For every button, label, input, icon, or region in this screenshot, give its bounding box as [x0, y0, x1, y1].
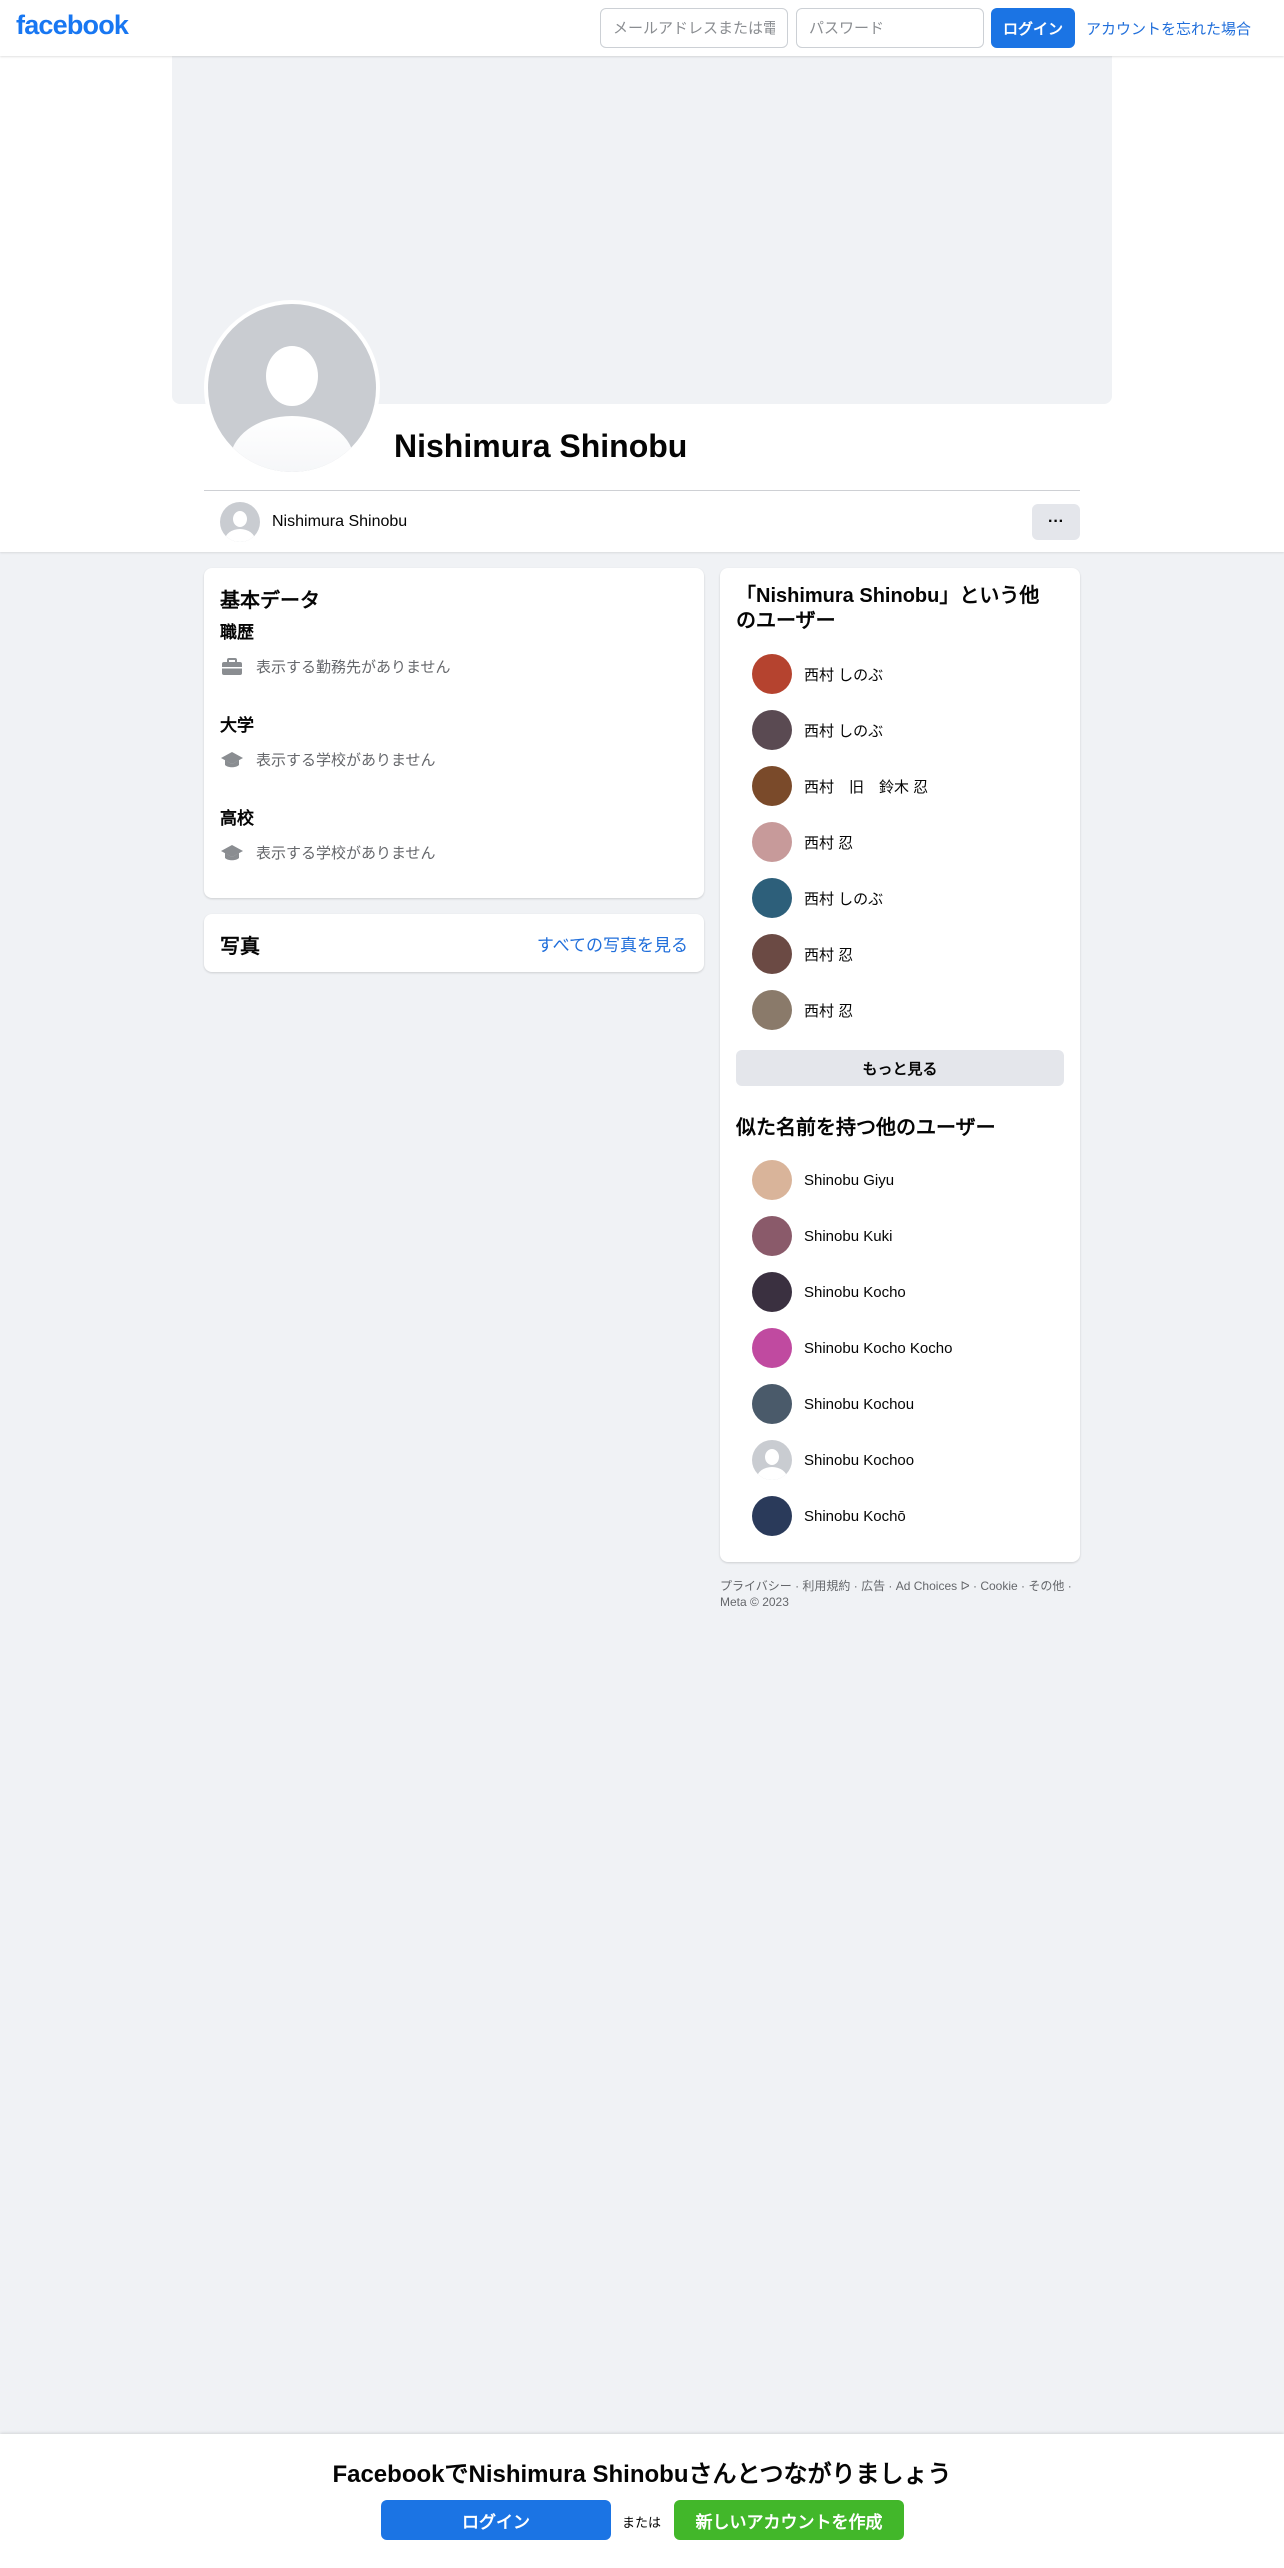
forgot-account-link[interactable]: アカウントを忘れた場合 — [1086, 18, 1251, 39]
person-avatar — [752, 1160, 792, 1200]
default-avatar-icon — [208, 304, 376, 472]
work-row: 表示する勤務先がありません — [220, 656, 451, 677]
intro-card: 基本データ 職歴 表示する勤務先がありません 大学 表示する学校がありません 高… — [204, 568, 704, 898]
footer-links[interactable]: プライバシー · 利用規約 · 広告 · Ad Choices ᐅ · Cook… — [720, 1578, 1080, 1610]
list-item[interactable]: 西村 旧 鈴木 忍 — [752, 766, 928, 806]
list-item[interactable]: 西村 しのぶ — [752, 710, 883, 750]
highschool-empty-text: 表示する学校がありません — [256, 845, 436, 862]
person-avatar — [752, 1496, 792, 1536]
banner-title: FacebookでNishimura Shinobuさんとつながりましょう — [332, 2461, 952, 2488]
person-name: Shinobu Kocho — [804, 1283, 906, 1301]
person-avatar — [752, 1328, 792, 1368]
college-section-title: 大学 — [220, 716, 254, 735]
login-prompt-banner: FacebookでNishimura Shinobuさんとつながりましょう ログ… — [0, 2434, 1284, 2568]
list-item[interactable]: Shinobu Giyu — [752, 1160, 894, 1200]
login-button[interactable]: ログイン — [991, 8, 1075, 48]
person-name: 西村 しのぶ — [804, 722, 884, 740]
person-name: 西村 しのぶ — [804, 890, 884, 908]
person-name: Shinobu Kochou — [804, 1395, 915, 1413]
person-avatar — [752, 1272, 792, 1312]
list-item[interactable]: 西村 しのぶ — [752, 878, 883, 918]
person-avatar — [752, 1216, 792, 1256]
person-name: 西村 しのぶ — [804, 666, 884, 684]
list-item[interactable]: 西村 しのぶ — [752, 654, 883, 694]
person-avatar — [752, 766, 792, 806]
list-item[interactable]: Shinobu Kochoo — [752, 1440, 914, 1480]
list-item[interactable]: Shinobu Kocho — [752, 1272, 906, 1312]
person-name: 西村 旧 鈴木 忍 — [804, 778, 929, 796]
profile-name: Nishimura Shinobu — [394, 428, 688, 464]
person-name: Shinobu Kochō — [804, 1507, 906, 1525]
college-row: 表示する学校がありません — [220, 749, 436, 770]
photos-card: 写真 すべての写真を見る — [204, 914, 704, 972]
footer-text[interactable]: プライバシー · 利用規約 · 広告 · Ad Choices ᐅ · Cook… — [720, 1579, 1072, 1609]
list-item[interactable]: 西村 忍 — [752, 934, 853, 974]
person-name: 西村 忍 — [804, 1002, 854, 1020]
person-avatar — [752, 822, 792, 862]
banner-login-button[interactable]: ログイン — [381, 2500, 611, 2540]
email-or-phone-input[interactable] — [600, 8, 788, 48]
password-input[interactable] — [796, 8, 984, 48]
person-avatar — [752, 710, 792, 750]
college-empty-text: 表示する学校がありません — [256, 752, 436, 769]
person-name: Shinobu Kocho Kocho — [804, 1339, 953, 1357]
person-avatar — [752, 878, 792, 918]
highschool-section-title: 高校 — [220, 809, 254, 828]
profile-avatar[interactable] — [204, 300, 380, 476]
person-name: 西村 忍 — [804, 946, 854, 964]
person-avatar — [752, 1384, 792, 1424]
see-more-button[interactable]: もっと見る — [736, 1050, 1064, 1086]
person-name: Shinobu Kochoo — [804, 1451, 915, 1469]
similar-name-title: 似た名前を持つ他のユーザー — [736, 1117, 996, 1139]
header-divider — [204, 490, 1080, 491]
default-avatar-icon — [752, 1440, 792, 1480]
people-card: 「Nishimura Shinobu」という他のユーザー 西村 しのぶ 西村 し… — [720, 568, 1080, 1562]
person-name: 西村 忍 — [804, 834, 854, 852]
list-item[interactable]: Shinobu Kocho Kocho — [752, 1328, 952, 1368]
intro-title: 基本データ — [220, 590, 320, 612]
mini-avatar-icon[interactable] — [220, 502, 260, 542]
same-name-title: 「Nishimura Shinobu」という他のユーザー — [736, 585, 1040, 632]
profile-tab-name[interactable]: Nishimura Shinobu — [272, 513, 407, 531]
banner-or-text: または — [622, 2515, 662, 2530]
briefcase-icon — [220, 657, 244, 677]
person-avatar — [752, 990, 792, 1030]
create-account-button[interactable]: 新しいアカウントを作成 — [674, 2500, 904, 2540]
profile-header: Nishimura Shinobu Nishimura Shinobu ··· — [0, 56, 1284, 552]
person-avatar — [752, 654, 792, 694]
person-name: Shinobu Giyu — [804, 1171, 895, 1189]
photos-title: 写真 — [220, 936, 260, 958]
see-all-photos-link[interactable]: すべての写真を見る — [537, 931, 688, 956]
facebook-logo[interactable]: facebook — [16, 10, 129, 41]
list-item[interactable]: Shinobu Kuki — [752, 1216, 892, 1256]
work-empty-text: 表示する勤務先がありません — [256, 659, 451, 676]
list-item[interactable]: Shinobu Kochō — [752, 1496, 906, 1536]
list-item[interactable]: 西村 忍 — [752, 990, 853, 1030]
work-section-title: 職歴 — [220, 623, 254, 642]
list-item[interactable]: Shinobu Kochou — [752, 1384, 914, 1424]
graduation-cap-icon — [220, 843, 244, 863]
highschool-row: 表示する学校がありません — [220, 842, 436, 863]
top-navigation-bar: facebook ログイン アカウントを忘れた場合 — [0, 0, 1284, 56]
person-name: Shinobu Kuki — [804, 1227, 893, 1245]
graduation-cap-icon — [220, 750, 244, 770]
list-item[interactable]: 西村 忍 — [752, 822, 853, 862]
more-options-button[interactable]: ··· — [1032, 504, 1080, 540]
person-avatar — [752, 934, 792, 974]
